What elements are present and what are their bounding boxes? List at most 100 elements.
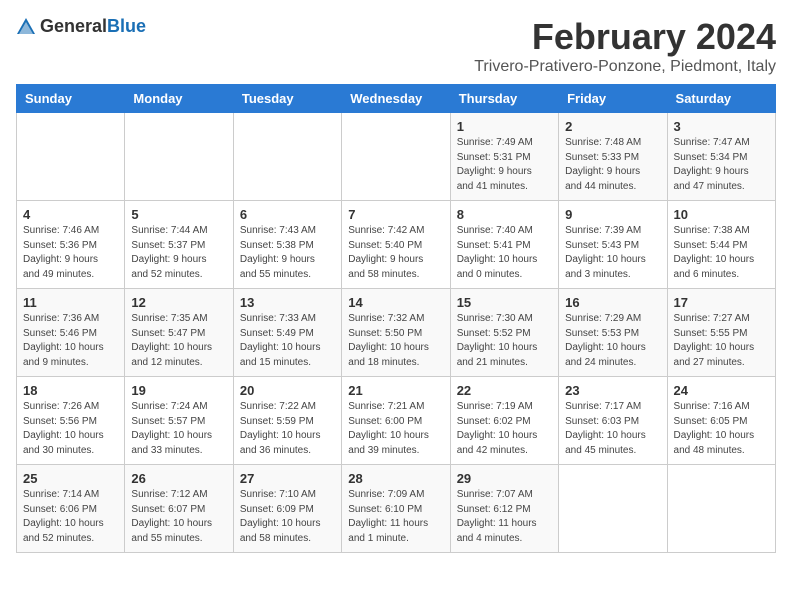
calendar-cell: 16 Sunrise: 7:29 AM Sunset: 5:53 PM Dayli… bbox=[559, 289, 667, 377]
calendar-cell: 8 Sunrise: 7:40 AM Sunset: 5:41 PM Daylig… bbox=[450, 201, 558, 289]
day-info: Sunrise: 7:30 AM Sunset: 5:52 PM Dayligh… bbox=[457, 312, 552, 370]
calendar-week-row: 4 Sunrise: 7:46 AM Sunset: 5:36 PM Daylig… bbox=[17, 201, 776, 289]
day-number: 22 bbox=[457, 383, 552, 398]
calendar-cell: 22Sunrise: 7:19 AM Sunset: 6:02 PM Dayli… bbox=[450, 377, 558, 465]
day-number: 5 bbox=[131, 207, 226, 222]
day-info: Sunrise: 7:39 AM Sunset: 5:43 PM Dayligh… bbox=[565, 224, 660, 282]
day-number: 4 bbox=[23, 207, 118, 222]
day-number: 18 bbox=[23, 383, 118, 398]
calendar-cell: 21Sunrise: 7:21 AM Sunset: 6:00 PM Dayli… bbox=[342, 377, 450, 465]
calendar-cell: 29 Sunrise: 7:07 AM Sunset: 6:12 PM Dayli… bbox=[450, 465, 558, 553]
day-info: Sunrise: 7:35 AM Sunset: 5:47 PM Dayligh… bbox=[131, 312, 226, 370]
day-info: Sunrise: 7:46 AM Sunset: 5:36 PM Dayligh… bbox=[23, 224, 118, 282]
day-info: Sunrise: 7:12 AM Sunset: 6:07 PM Dayligh… bbox=[131, 488, 226, 546]
calendar-cell: 6 Sunrise: 7:43 AM Sunset: 5:38 PM Daylig… bbox=[233, 201, 341, 289]
day-info: Sunrise: 7:40 AM Sunset: 5:41 PM Dayligh… bbox=[457, 224, 552, 282]
day-info: Sunrise: 7:32 AM Sunset: 5:50 PM Dayligh… bbox=[348, 312, 443, 370]
day-info: Sunrise: 7:22 AM Sunset: 5:59 PM Dayligh… bbox=[240, 400, 335, 458]
calendar-cell: 11 Sunrise: 7:36 AM Sunset: 5:46 PM Dayli… bbox=[17, 289, 125, 377]
day-info: Sunrise: 7:14 AM Sunset: 6:06 PM Dayligh… bbox=[23, 488, 118, 546]
day-number: 3 bbox=[674, 119, 769, 134]
day-number: 19 bbox=[131, 383, 226, 398]
day-number: 13 bbox=[240, 295, 335, 310]
day-number: 10 bbox=[674, 207, 769, 222]
calendar-cell: 18 Sunrise: 7:26 AM Sunset: 5:56 PM Dayli… bbox=[17, 377, 125, 465]
calendar-cell: 10 Sunrise: 7:38 AM Sunset: 5:44 PM Dayli… bbox=[667, 201, 775, 289]
calendar-header: SundayMondayTuesdayWednesdayThursdayFrid… bbox=[17, 85, 776, 113]
day-info: Sunrise: 7:38 AM Sunset: 5:44 PM Dayligh… bbox=[674, 224, 769, 282]
day-number: 29 bbox=[457, 471, 552, 486]
calendar-cell bbox=[17, 113, 125, 201]
calendar-cell: 3 Sunrise: 7:47 AM Sunset: 5:34 PM Daylig… bbox=[667, 113, 775, 201]
day-number: 14 bbox=[348, 295, 443, 310]
calendar-cell: 5Sunrise: 7:44 AM Sunset: 5:37 PM Daylig… bbox=[125, 201, 233, 289]
day-number: 6 bbox=[240, 207, 335, 222]
day-number: 25 bbox=[23, 471, 118, 486]
calendar-cell: 4 Sunrise: 7:46 AM Sunset: 5:36 PM Daylig… bbox=[17, 201, 125, 289]
day-number: 17 bbox=[674, 295, 769, 310]
day-number: 24 bbox=[674, 383, 769, 398]
day-info: Sunrise: 7:47 AM Sunset: 5:34 PM Dayligh… bbox=[674, 136, 769, 194]
calendar-cell bbox=[125, 113, 233, 201]
day-number: 11 bbox=[23, 295, 118, 310]
day-number: 16 bbox=[565, 295, 660, 310]
calendar-cell: 24 Sunrise: 7:16 AM Sunset: 6:05 PM Dayli… bbox=[667, 377, 775, 465]
day-info: Sunrise: 7:24 AM Sunset: 5:57 PM Dayligh… bbox=[131, 400, 226, 458]
calendar-cell: 23 Sunrise: 7:17 AM Sunset: 6:03 PM Dayli… bbox=[559, 377, 667, 465]
day-info: Sunrise: 7:10 AM Sunset: 6:09 PM Dayligh… bbox=[240, 488, 335, 546]
day-info: Sunrise: 7:33 AM Sunset: 5:49 PM Dayligh… bbox=[240, 312, 335, 370]
calendar-cell: 26Sunrise: 7:12 AM Sunset: 6:07 PM Dayli… bbox=[125, 465, 233, 553]
logo-icon bbox=[16, 17, 36, 37]
weekday-header: Tuesday bbox=[233, 85, 341, 113]
title-area: February 2024 Trivero-Prativero-Ponzone,… bbox=[474, 16, 776, 76]
day-number: 7 bbox=[348, 207, 443, 222]
day-number: 2 bbox=[565, 119, 660, 134]
calendar-cell: 9 Sunrise: 7:39 AM Sunset: 5:43 PM Daylig… bbox=[559, 201, 667, 289]
calendar-cell bbox=[233, 113, 341, 201]
calendar-week-row: 11 Sunrise: 7:36 AM Sunset: 5:46 PM Dayli… bbox=[17, 289, 776, 377]
calendar-cell: 28Sunrise: 7:09 AM Sunset: 6:10 PM Dayli… bbox=[342, 465, 450, 553]
day-number: 8 bbox=[457, 207, 552, 222]
weekday-header: Wednesday bbox=[342, 85, 450, 113]
day-info: Sunrise: 7:27 AM Sunset: 5:55 PM Dayligh… bbox=[674, 312, 769, 370]
calendar-week-row: 18 Sunrise: 7:26 AM Sunset: 5:56 PM Dayli… bbox=[17, 377, 776, 465]
day-info: Sunrise: 7:29 AM Sunset: 5:53 PM Dayligh… bbox=[565, 312, 660, 370]
logo-text-general: General bbox=[40, 16, 107, 36]
day-number: 9 bbox=[565, 207, 660, 222]
calendar-cell: 17 Sunrise: 7:27 AM Sunset: 5:55 PM Dayli… bbox=[667, 289, 775, 377]
day-info: Sunrise: 7:43 AM Sunset: 5:38 PM Dayligh… bbox=[240, 224, 335, 282]
day-number: 21 bbox=[348, 383, 443, 398]
calendar-cell: 14 Sunrise: 7:32 AM Sunset: 5:50 PM Dayli… bbox=[342, 289, 450, 377]
weekday-header: Friday bbox=[559, 85, 667, 113]
day-info: Sunrise: 7:07 AM Sunset: 6:12 PM Dayligh… bbox=[457, 488, 552, 546]
calendar-title: February 2024 bbox=[474, 16, 776, 58]
day-info: Sunrise: 7:16 AM Sunset: 6:05 PM Dayligh… bbox=[674, 400, 769, 458]
day-info: Sunrise: 7:17 AM Sunset: 6:03 PM Dayligh… bbox=[565, 400, 660, 458]
logo-text-blue: Blue bbox=[107, 16, 146, 36]
calendar-cell: 12 Sunrise: 7:35 AM Sunset: 5:47 PM Dayli… bbox=[125, 289, 233, 377]
day-info: Sunrise: 7:36 AM Sunset: 5:46 PM Dayligh… bbox=[23, 312, 118, 370]
day-info: Sunrise: 7:49 AM Sunset: 5:31 PM Dayligh… bbox=[457, 136, 552, 194]
day-info: Sunrise: 7:26 AM Sunset: 5:56 PM Dayligh… bbox=[23, 400, 118, 458]
weekday-header: Saturday bbox=[667, 85, 775, 113]
day-number: 15 bbox=[457, 295, 552, 310]
calendar-cell: 25 Sunrise: 7:14 AM Sunset: 6:06 PM Dayli… bbox=[17, 465, 125, 553]
day-number: 20 bbox=[240, 383, 335, 398]
day-number: 12 bbox=[131, 295, 226, 310]
calendar-cell bbox=[667, 465, 775, 553]
weekday-header: Monday bbox=[125, 85, 233, 113]
page-header: GeneralBlue February 2024 Trivero-Prativ… bbox=[16, 16, 776, 76]
calendar-cell: 2Sunrise: 7:48 AM Sunset: 5:33 PM Daylig… bbox=[559, 113, 667, 201]
day-number: 1 bbox=[457, 119, 552, 134]
day-number: 27 bbox=[240, 471, 335, 486]
calendar-cell: 27 Sunrise: 7:10 AM Sunset: 6:09 PM Dayli… bbox=[233, 465, 341, 553]
calendar-table: SundayMondayTuesdayWednesdayThursdayFrid… bbox=[16, 84, 776, 553]
day-number: 23 bbox=[565, 383, 660, 398]
weekday-header: Sunday bbox=[17, 85, 125, 113]
calendar-cell: 13 Sunrise: 7:33 AM Sunset: 5:49 PM Dayli… bbox=[233, 289, 341, 377]
logo: GeneralBlue bbox=[16, 16, 146, 37]
day-info: Sunrise: 7:42 AM Sunset: 5:40 PM Dayligh… bbox=[348, 224, 443, 282]
weekday-row: SundayMondayTuesdayWednesdayThursdayFrid… bbox=[17, 85, 776, 113]
day-info: Sunrise: 7:09 AM Sunset: 6:10 PM Dayligh… bbox=[348, 488, 443, 546]
calendar-body: 1 Sunrise: 7:49 AM Sunset: 5:31 PM Daylig… bbox=[17, 113, 776, 553]
